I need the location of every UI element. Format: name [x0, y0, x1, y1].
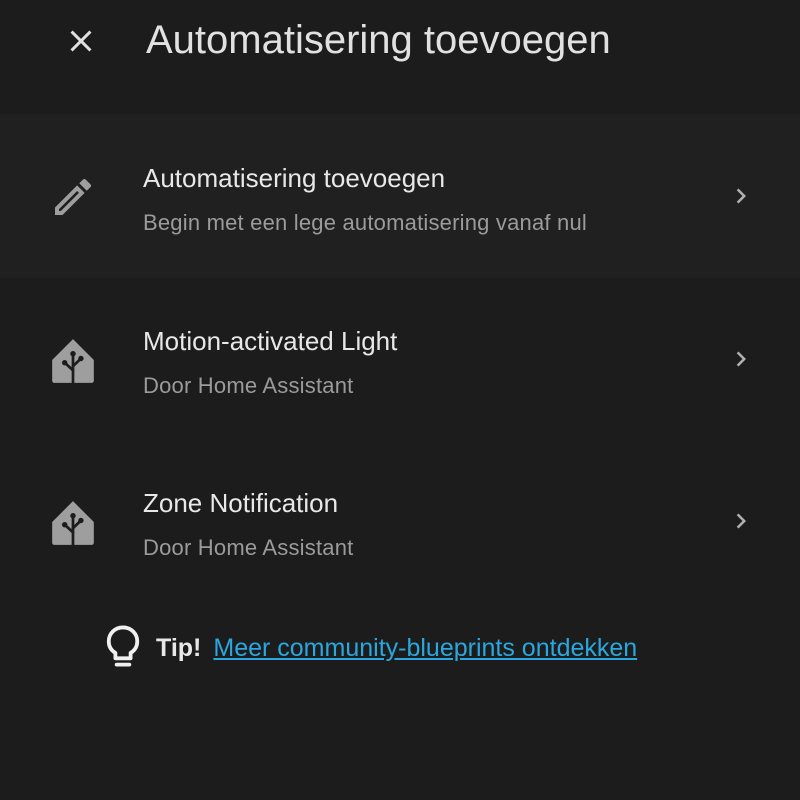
chevron-right-icon: [724, 342, 758, 376]
automation-options-list: Automatisering toevoegen Begin met een l…: [0, 114, 800, 602]
home-assistant-icon: [46, 334, 100, 388]
item-subtitle: Door Home Assistant: [143, 535, 354, 560]
tip-banner: Tip! Meer community-blueprints ontdekken: [104, 620, 637, 676]
chevron-right-icon: [724, 504, 758, 538]
list-item-motion-activated-light[interactable]: Motion-activated Light Door Home Assista…: [0, 278, 800, 440]
chevron-right-icon: [724, 179, 758, 213]
item-title: Automatisering toevoegen: [143, 163, 446, 193]
pencil-icon: [46, 170, 100, 224]
dialog-header: Automatisering toevoegen: [0, 0, 800, 84]
list-item-zone-notification[interactable]: Zone Notification Door Home Assistant: [0, 440, 800, 602]
list-item-new-automation[interactable]: Automatisering toevoegen Begin met een l…: [0, 114, 800, 278]
tip-label: Tip!: [156, 633, 202, 662]
close-button[interactable]: [56, 16, 106, 66]
home-assistant-icon: [46, 496, 100, 550]
item-subtitle: Begin met een lege automatisering vanaf …: [143, 210, 587, 235]
close-icon: [70, 30, 92, 52]
add-automation-dialog: Automatisering toevoegen Automatisering …: [0, 0, 800, 800]
dialog-title: Automatisering toevoegen: [146, 18, 611, 62]
item-subtitle: Door Home Assistant: [143, 373, 354, 398]
item-title: Motion-activated Light: [143, 326, 398, 356]
community-blueprints-link[interactable]: Meer community-blueprints ontdekken: [213, 634, 637, 663]
item-title: Zone Notification: [143, 488, 339, 518]
lightbulb-icon: [104, 622, 142, 674]
